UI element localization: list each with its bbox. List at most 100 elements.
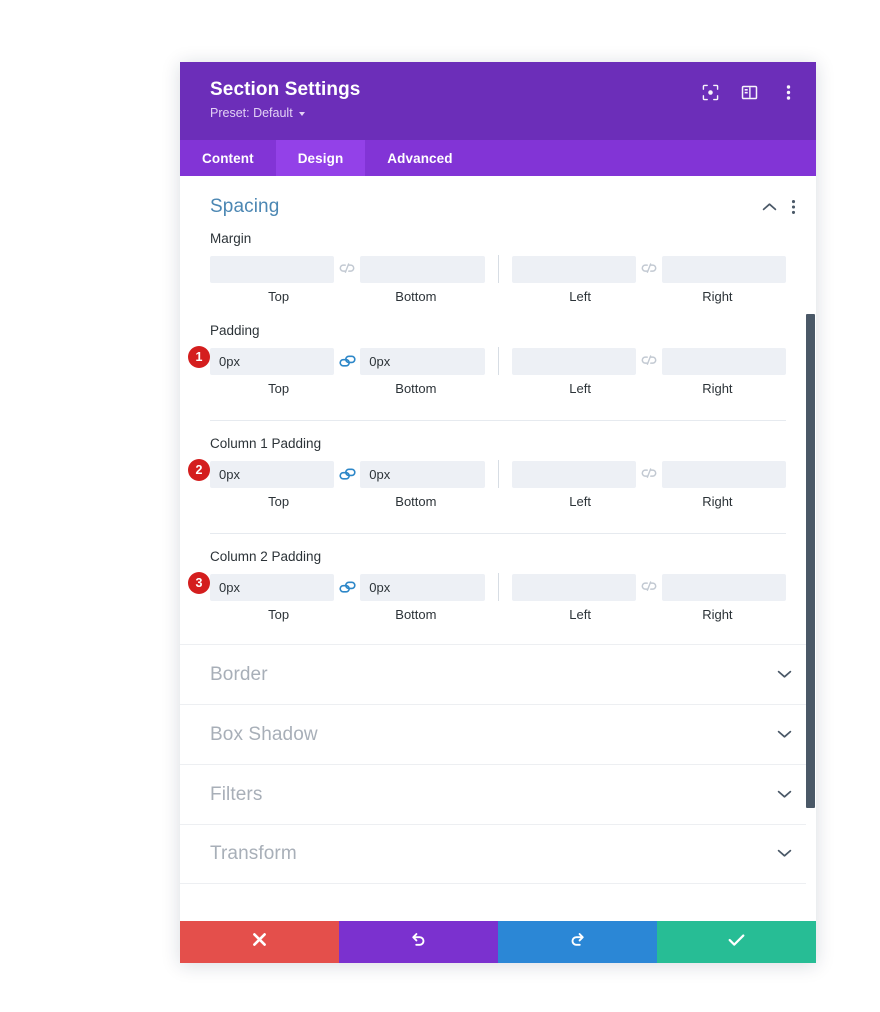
margin-sublabels-vertical: Top Bottom [210, 288, 485, 306]
padding-label: Padding [210, 323, 260, 338]
column1-padding-bottom-input[interactable] [360, 460, 485, 488]
column2-sublabels-row: Top Bottom Left Right [210, 606, 786, 626]
preset-label: Preset: Default [210, 106, 293, 120]
margin-left-sublabel: Left [569, 289, 591, 304]
chevron-down-icon[interactable] [777, 786, 792, 804]
margin-sublabels-horizontal: Left Right [512, 288, 787, 306]
section-filters[interactable]: Filters [180, 764, 816, 824]
focus-target-icon[interactable] [700, 82, 720, 102]
chevron-up-icon[interactable] [762, 202, 777, 212]
tab-design[interactable]: Design [275, 140, 366, 176]
margin-bottom-input[interactable] [360, 255, 485, 283]
padding-bottom-input[interactable] [360, 347, 485, 375]
margin-right-sublabel: Right [702, 289, 733, 304]
column1-vertical-link-icon[interactable] [334, 467, 360, 481]
chevron-down-icon[interactable] [777, 845, 792, 863]
column2-divider [497, 573, 499, 601]
padding-sublabels-row: Top Bottom Left Right [210, 380, 786, 400]
sublabel-spacer [485, 606, 512, 624]
cancel-button[interactable] [180, 921, 339, 963]
column2-padding-label: Column 2 Padding [210, 549, 322, 564]
padding-divider [497, 347, 499, 375]
column2-padding-right-input[interactable] [661, 573, 786, 601]
margin-divider [497, 255, 499, 283]
column2-padding-field-block: Column 2 Padding 3 0px 0px Top Bottom Le… [180, 534, 816, 626]
column1-left-sublabel: Left [569, 494, 591, 509]
step-badge-3: 3 [188, 572, 210, 594]
column1-sublabels-horizontal: Left Right [512, 493, 787, 511]
undo-arrow-icon [410, 931, 427, 953]
tab-advanced[interactable]: Advanced [365, 140, 474, 176]
column2-padding-top-input[interactable] [210, 573, 335, 601]
padding-left-input[interactable] [511, 347, 636, 375]
padding-vertical-link-icon[interactable] [334, 354, 360, 368]
column1-right-sublabel: Right [702, 494, 733, 509]
margin-field-block: Margin Top Bottom Left Right [180, 224, 816, 308]
margin-left-input[interactable] [511, 255, 636, 283]
column1-padding-inputs-row: 2 [188, 459, 786, 488]
padding-bottom-sublabel: Bottom [395, 381, 437, 396]
padding-top-sublabel: Top [268, 381, 290, 396]
section-transform[interactable]: Transform [180, 824, 816, 884]
margin-horizontal-unlink-icon[interactable] [636, 263, 662, 275]
column2-padding-left-input[interactable] [511, 573, 636, 601]
close-x-icon [252, 932, 267, 952]
spacing-overflow-menu-icon[interactable] [791, 199, 796, 215]
tab-bar: Content Design Advanced [180, 140, 816, 176]
padding-top-input[interactable] [210, 347, 335, 375]
padding-left-right-pair [511, 347, 786, 375]
margin-top-input[interactable] [210, 255, 335, 283]
column2-bottom-sublabel: Bottom [395, 607, 437, 622]
column1-sublabels-vertical: Top Bottom [210, 493, 485, 511]
margin-right-input[interactable] [661, 255, 786, 283]
chevron-down-icon[interactable] [777, 726, 792, 744]
settings-body: Spacing Margin Top Bottom Left Right Pad… [180, 176, 816, 921]
margin-left-right-pair [511, 255, 786, 283]
margin-bottom-sublabel: Bottom [395, 289, 437, 304]
modal-footer [180, 921, 816, 963]
section-settings-modal: Section Settings Preset: Default Content… [180, 62, 816, 963]
spacing-group-title: Spacing [210, 196, 280, 217]
collapsed-sections-list: Border Box Shadow Filters Transform [180, 644, 816, 884]
section-box-shadow-label: Box Shadow [210, 723, 318, 745]
step-badge-2: 2 [188, 459, 210, 481]
column1-padding-left-input[interactable] [511, 460, 636, 488]
section-box-shadow[interactable]: Box Shadow [180, 704, 816, 764]
margin-top-sublabel: Top [268, 289, 290, 304]
margin-label: Margin [210, 231, 252, 246]
column2-horizontal-unlink-icon[interactable] [636, 581, 662, 593]
screen: Section Settings Preset: Default Content… [0, 0, 880, 1012]
chevron-down-icon[interactable] [777, 666, 792, 684]
section-transform-label: Transform [210, 843, 297, 864]
save-button[interactable] [657, 921, 816, 963]
column2-padding-bottom-input[interactable] [360, 573, 485, 601]
padding-inputs-row: 1 [188, 346, 786, 375]
section-border-label: Border [210, 663, 268, 685]
column1-top-sublabel: Top [268, 494, 290, 509]
scrollbar-thumb[interactable] [806, 314, 815, 808]
undo-button[interactable] [339, 921, 498, 963]
column1-horizontal-unlink-icon[interactable] [636, 468, 662, 480]
padding-right-input[interactable] [661, 347, 786, 375]
padding-horizontal-unlink-icon[interactable] [636, 355, 662, 367]
margin-top-bottom-pair [210, 255, 485, 283]
column2-sublabels-horizontal: Left Right [512, 606, 787, 624]
column2-left-right-pair [511, 573, 786, 601]
column2-padding-inputs-row: 3 [188, 572, 786, 601]
column1-padding-top-input[interactable] [210, 460, 335, 488]
column2-vertical-link-icon[interactable] [334, 580, 360, 594]
column1-padding-right-input[interactable] [661, 460, 786, 488]
scrollbar-track[interactable] [806, 176, 816, 921]
layout-panel-icon[interactable] [739, 82, 759, 102]
padding-top-bottom-pair [210, 347, 485, 375]
overflow-menu-icon[interactable] [778, 82, 798, 102]
margin-vertical-unlink-icon[interactable] [334, 263, 360, 275]
preset-selector[interactable]: Preset: Default [210, 105, 305, 121]
column1-divider [497, 460, 499, 488]
tab-content[interactable]: Content [180, 140, 276, 176]
section-border[interactable]: Border [180, 644, 816, 704]
sublabel-spacer [485, 380, 512, 398]
padding-sublabels-vertical: Top Bottom [210, 380, 485, 398]
redo-button[interactable] [498, 921, 657, 963]
column2-top-bottom-pair [210, 573, 485, 601]
